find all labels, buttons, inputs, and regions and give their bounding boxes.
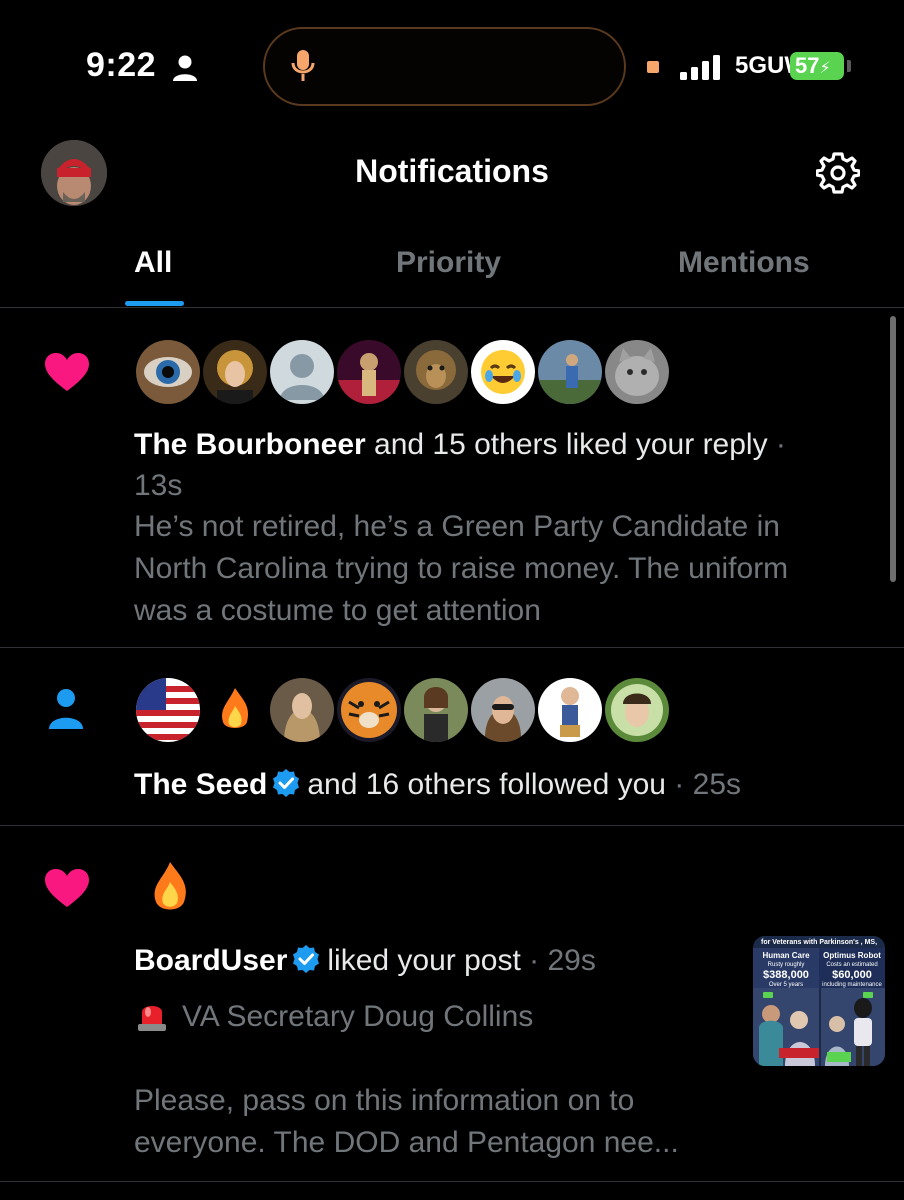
avatar[interactable] (536, 338, 604, 406)
notification-action: and 15 others liked your reply (374, 428, 768, 461)
reply-text-line: He’s not retired, he’s a Green Party Can… (134, 510, 780, 543)
siren-icon (138, 1006, 166, 1031)
actor-avatars (134, 338, 671, 406)
dynamic-island (263, 27, 626, 106)
avatar[interactable] (134, 676, 202, 744)
person-icon (49, 689, 83, 729)
avatar[interactable] (536, 676, 604, 744)
heart-icon (45, 353, 89, 391)
tab-priority[interactable]: Priority (396, 246, 501, 280)
page-title: Notifications (355, 153, 549, 189)
actor-name[interactable]: BoardUser (134, 944, 287, 977)
reply-text: He’s not retired, he’s a Green Party Can… (134, 506, 864, 632)
gear-icon[interactable] (816, 151, 860, 195)
tab-all[interactable]: All (134, 246, 172, 280)
notification-tabs: All Priority Mentions (0, 230, 904, 308)
avatar[interactable] (335, 338, 403, 406)
privacy-indicator (647, 61, 659, 73)
thumbnail-left-sub: Rusty roughly (767, 962, 805, 968)
avatar[interactable] (268, 338, 336, 406)
status-bar: 9:22 5GUW 57⚡ (0, 0, 904, 130)
status-time: 9:22 (86, 46, 157, 84)
avatar[interactable] (469, 338, 537, 406)
avatar[interactable] (138, 854, 206, 922)
actor-name[interactable]: The Seed (134, 768, 267, 801)
avatar[interactable] (603, 338, 671, 406)
timestamp: 13s (134, 469, 183, 502)
notification-item[interactable]: The Seed and 16 others followed you · 25s (0, 648, 904, 826)
actor-name[interactable]: The Bourboneer (134, 428, 366, 461)
tab-mentions[interactable]: Mentions (678, 246, 810, 280)
actor-avatars (138, 854, 206, 922)
avatar[interactable] (335, 676, 403, 744)
battery-indicator: 57⚡ (790, 52, 844, 80)
post-text: Please, pass on this information on to e… (134, 1080, 864, 1164)
timestamp: 25s (692, 768, 742, 801)
notification-text: The Seed and 16 others followed you · 25s (134, 768, 742, 801)
avatar[interactable] (268, 676, 336, 744)
avatar[interactable] (402, 338, 470, 406)
notification-item[interactable]: The Bourboneer and 15 others liked your … (0, 308, 904, 648)
notification-text: BoardUser liked your post · 29s (134, 944, 596, 977)
avatar[interactable] (134, 338, 202, 406)
cellular-signal-icon (680, 55, 720, 80)
notification-text: The Bourboneer and 15 others liked your … (134, 428, 786, 502)
thumbnail-illustration (753, 988, 885, 1066)
quoted-post-title: VA Secretary Doug Collins (134, 996, 734, 1038)
avatar[interactable] (201, 338, 269, 406)
charging-icon: ⚡ (819, 60, 831, 77)
thumbnail-right-sub: Costs an estimated (826, 962, 878, 968)
post-text-line: Please, pass on this information on to (134, 1084, 635, 1117)
thumbnail-header: for Veterans with Parkinson's , MS, 2026 (753, 936, 885, 956)
post-thumbnail[interactable]: for Veterans with Parkinson's , MS, 2026… (753, 936, 885, 1066)
avatar[interactable] (603, 676, 671, 744)
notification-action: liked your post (327, 944, 521, 977)
battery-level: 57 (795, 53, 820, 78)
heart-icon (45, 869, 89, 907)
battery-tip (847, 60, 851, 72)
quoted-post-title-text: VA Secretary Doug Collins (182, 1000, 534, 1033)
thumbnail-left-price: $388,000 (763, 969, 809, 981)
thumbnail-right-price: $60,000 (832, 969, 872, 981)
microphone-icon (291, 50, 315, 81)
verified-badge-icon (293, 945, 320, 973)
verified-badge-icon (273, 769, 300, 797)
avatar[interactable] (201, 676, 269, 744)
actor-avatars (134, 676, 671, 744)
notification-item[interactable]: BoardUser liked your post · 29s VA Secret… (0, 826, 904, 1182)
notification-action: and 16 others followed you (307, 768, 666, 801)
scrollbar[interactable] (890, 316, 896, 582)
thumbnail-left-title: Human Care (762, 951, 810, 960)
thumbnail-right-panel: Optimus Robot Costs an estimated $60,000… (819, 948, 885, 988)
person-icon (173, 55, 197, 81)
active-tab-indicator (125, 301, 184, 306)
avatar[interactable] (469, 676, 537, 744)
reply-text-line: North Carolina trying to raise money. Th… (134, 552, 789, 585)
reply-text-line: was a costume to get attention (134, 594, 541, 627)
timestamp: 29s (547, 944, 596, 977)
post-text-line: everyone. The DOD and Pentagon nee... (134, 1126, 679, 1159)
thumbnail-left-panel: Human Care Rusty roughly $388,000 Over 5… (753, 948, 819, 988)
avatar[interactable] (402, 676, 470, 744)
thumbnail-right-title: Optimus Robot (823, 951, 881, 960)
